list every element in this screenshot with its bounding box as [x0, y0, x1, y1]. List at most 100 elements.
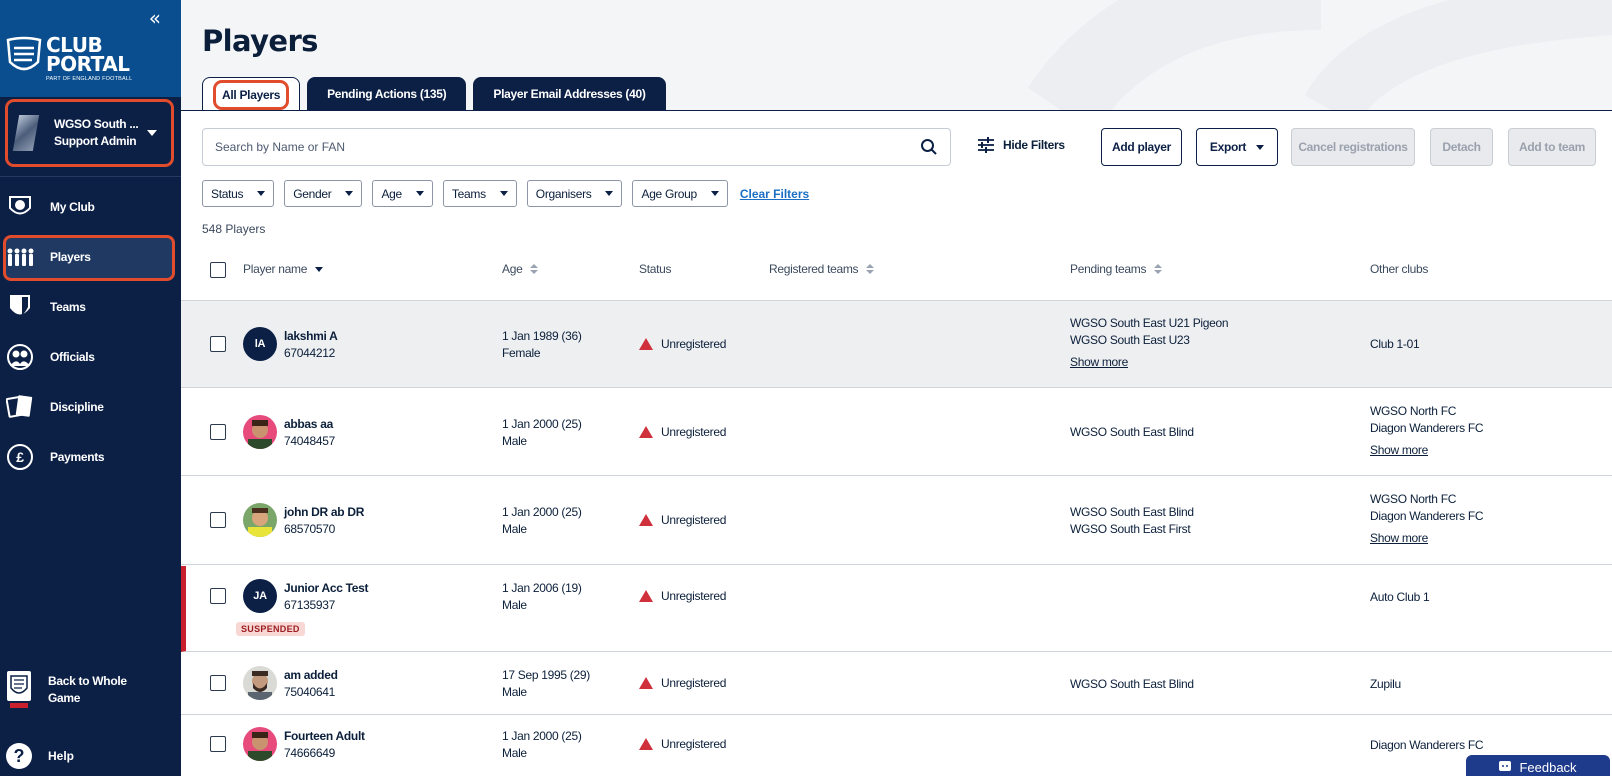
status-text: Unregistered — [661, 337, 727, 351]
column-label: Other clubs — [1370, 262, 1429, 276]
help-link[interactable]: ? Help — [6, 743, 74, 769]
filter-age-group[interactable]: Age Group — [632, 180, 728, 207]
sidebar-item-my-club[interactable]: My Club — [0, 182, 181, 232]
feedback-icon — [1499, 761, 1512, 771]
pending-team: WGSO South East Blind — [1070, 425, 1194, 439]
hide-filters-button[interactable]: Hide Filters — [977, 137, 1065, 153]
status-cell: Unregistered — [639, 589, 726, 603]
logo-subtitle: PART OF ENGLAND FOOTBALL — [46, 76, 133, 82]
player-name-link[interactable]: Junior Acc Test — [284, 580, 369, 597]
checkbox[interactable] — [210, 262, 226, 278]
filter-status[interactable]: Status — [202, 180, 275, 207]
warning-triangle-icon — [639, 338, 653, 350]
filter-label: Age — [381, 186, 402, 201]
row-checkbox[interactable] — [210, 336, 226, 352]
show-more-link[interactable]: Show more — [1370, 530, 1428, 547]
add-to-team-button[interactable]: Add to team — [1508, 128, 1596, 166]
select-all-checkbox[interactable] — [210, 262, 226, 278]
row-checkbox[interactable] — [210, 512, 226, 528]
player-fan: 74048457 — [284, 434, 335, 448]
sidebar-item-discipline[interactable]: Discipline — [0, 382, 181, 432]
team-shield-icon — [6, 293, 34, 321]
avatar — [243, 727, 277, 761]
column-pending-teams[interactable]: Pending teams — [1070, 262, 1163, 276]
filter-age[interactable]: Age — [372, 180, 433, 207]
search-icon[interactable] — [920, 138, 938, 156]
players-group-icon — [6, 243, 34, 271]
pending-team: WGSO South East Blind — [1070, 677, 1194, 691]
sidebar-divider — [0, 176, 181, 177]
table-row[interactable]: john DR ab DR 68570570 1 Jan 2000 (25) M… — [181, 477, 1612, 565]
search-box[interactable] — [202, 128, 951, 166]
clear-filters-link[interactable]: Clear Filters — [740, 187, 809, 201]
status-text: Unregistered — [661, 513, 727, 527]
tab-label: Player Email Addresses (40) — [493, 86, 646, 101]
sidebar-item-teams[interactable]: Teams — [0, 282, 181, 332]
sidebar-item-payments[interactable]: £ Payments — [0, 432, 181, 482]
collapse-sidebar-icon[interactable]: « — [149, 6, 161, 30]
pending-team: WGSO South East Blind — [1070, 505, 1194, 519]
filter-label: Age Group — [641, 186, 697, 201]
suspended-badge: SUSPENDED — [236, 622, 305, 636]
column-label: Pending teams — [1070, 262, 1147, 276]
player-name-link[interactable]: john DR ab DR — [284, 504, 364, 521]
table-row[interactable]: Fourteen Adult 74666649 1 Jan 2000 (25) … — [181, 716, 1612, 776]
add-player-button[interactable]: Add player — [1101, 128, 1182, 166]
chevron-down-icon — [1256, 144, 1265, 150]
search-input[interactable] — [215, 140, 920, 154]
row-checkbox[interactable] — [210, 675, 226, 691]
table-row[interactable]: JA Junior Acc Test 67135937 SUSPENDED 1 … — [181, 566, 1612, 652]
show-more-link[interactable]: Show more — [1070, 354, 1128, 371]
row-checkbox[interactable] — [210, 424, 226, 440]
tab-label: Pending Actions (135) — [327, 86, 447, 101]
warning-triangle-icon — [639, 426, 653, 438]
sidebar-item-players[interactable]: Players — [0, 232, 181, 282]
table-row[interactable]: lA lakshmi A 67044212 1 Jan 1989 (36) Fe… — [181, 300, 1612, 388]
column-registered-teams[interactable]: Registered teams — [769, 262, 875, 276]
club-portal-logo[interactable]: CLUB PORTAL PART OF ENGLAND FOOTBALL — [6, 35, 133, 83]
sidebar-item-label: My Club — [50, 200, 95, 214]
back-to-whole-game-link[interactable]: Back to Whole Game — [6, 670, 128, 710]
filter-organisers[interactable]: Organisers — [526, 180, 623, 207]
other-club: WGSO North FC — [1370, 404, 1457, 418]
detach-button[interactable]: Detach — [1430, 128, 1493, 166]
player-name-link[interactable]: lakshmi A — [284, 328, 338, 345]
column-player-name[interactable]: Player name — [243, 262, 324, 276]
status-cell: Unregistered — [639, 676, 726, 690]
avatar — [243, 415, 277, 449]
export-button[interactable]: Export — [1196, 128, 1278, 166]
tab-label: All Players — [213, 79, 290, 110]
chevron-down-icon — [257, 191, 266, 196]
player-name-link[interactable]: abbas aa — [284, 416, 335, 433]
player-name-link[interactable]: Fourteen Adult — [284, 728, 365, 745]
tab-pending-actions[interactable]: Pending Actions (135) — [307, 77, 467, 110]
warning-triangle-icon — [639, 738, 653, 750]
england-crest-icon — [7, 671, 31, 708]
status-text: Unregistered — [661, 676, 727, 690]
filter-gender[interactable]: Gender — [284, 180, 363, 207]
tab-all-players[interactable]: All Players — [202, 77, 301, 111]
warning-triangle-icon — [639, 514, 653, 526]
add-player-label: Add player — [1111, 140, 1172, 154]
row-checkbox[interactable] — [210, 588, 226, 604]
club-selector[interactable]: WGSO South ... Support Admin — [5, 99, 174, 167]
warning-triangle-icon — [639, 677, 653, 689]
show-more-link[interactable]: Show more — [1370, 442, 1428, 459]
table-row[interactable]: abbas aa 74048457 1 Jan 2000 (25) Male U… — [181, 389, 1612, 476]
tab-player-email-addresses[interactable]: Player Email Addresses (40) — [473, 77, 666, 110]
feedback-button[interactable]: Feedback — [1466, 755, 1610, 776]
sidebar-header: « CLUB PORTAL PART OF ENGLAND FOOTBALL — [0, 0, 181, 97]
sort-desc-icon — [315, 266, 324, 272]
chevron-down-icon — [605, 191, 614, 196]
table-row[interactable]: am added 75040641 17 Sep 1995 (29) Male … — [181, 653, 1612, 715]
filter-label: Teams — [451, 186, 486, 201]
sidebar-item-officials[interactable]: Officials — [0, 332, 181, 382]
filter-teams[interactable]: Teams — [442, 180, 517, 207]
sidebar-item-label: Discipline — [50, 400, 104, 414]
cancel-registrations-button[interactable]: Cancel registrations — [1291, 128, 1415, 166]
player-name-link[interactable]: am added — [284, 667, 338, 684]
filter-bar: Status Gender Age Teams Organisers Age G… — [202, 180, 809, 207]
column-label: Age — [502, 262, 523, 276]
column-age[interactable]: Age — [502, 262, 539, 276]
row-checkbox[interactable] — [210, 736, 226, 752]
